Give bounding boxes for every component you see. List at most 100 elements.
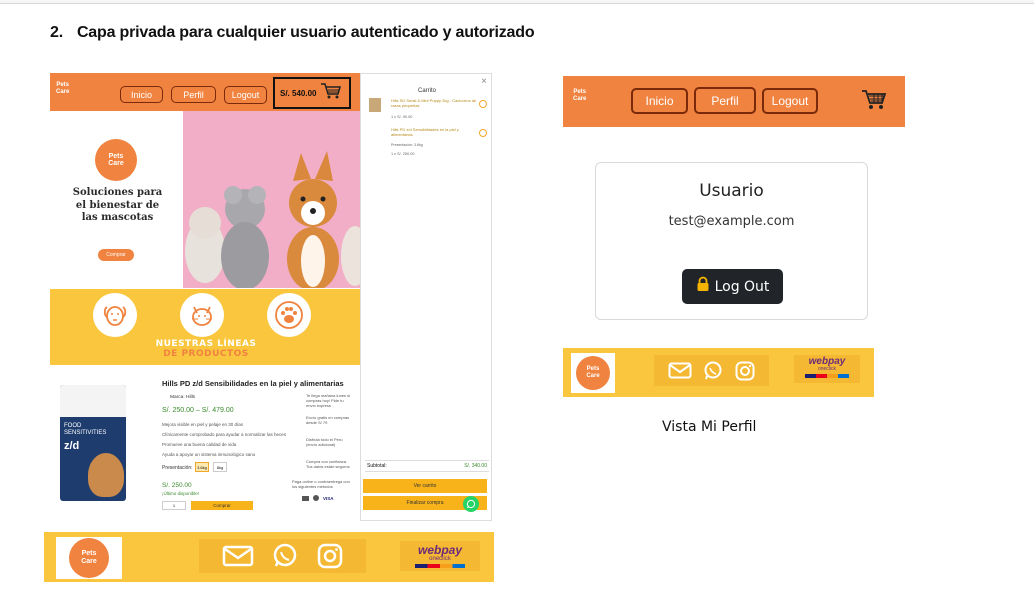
nav-inicio-button[interactable]: Inicio <box>631 88 688 114</box>
cart-close-icon[interactable]: × <box>481 76 487 87</box>
product-bullets: Mejora visible en piel y pelaje en 30 dí… <box>162 422 287 457</box>
mail-icon[interactable] <box>668 362 692 379</box>
logout-button-label: Log Out <box>714 278 770 295</box>
dog-line-icon[interactable] <box>93 293 137 337</box>
feature-list: Te llega mañana lunes si compras hoy! Pi… <box>290 393 354 479</box>
document-top-border <box>0 0 1034 4</box>
cat-line-icon[interactable] <box>180 293 224 337</box>
product-bullet: Clínicamente comprobado para ayudar a no… <box>162 432 287 437</box>
visa-label: VISA <box>323 495 334 501</box>
quantity-value: 1 <box>172 503 176 508</box>
product-detail: FOOD SENSITIVITIES z/d Hills PD z/d Sens… <box>50 365 360 523</box>
logout-button[interactable]: Log Out <box>682 269 783 304</box>
payment-card-icon <box>302 495 309 501</box>
hero-logo: Pets Care <box>95 139 137 181</box>
card-brands-strip <box>805 374 849 378</box>
cart-sidebar: × Carrito Hills SD Small & Mini Puppy 2k… <box>360 73 492 521</box>
feature-item: Compra con confianza. Tus datos están se… <box>306 459 350 469</box>
cart-item-name: Hills SD Small & Mini Puppy 2kg - Cachor… <box>391 98 477 108</box>
webpay-word: webpay <box>417 543 462 557</box>
nav-logout-button[interactable]: Logout <box>224 86 267 104</box>
size-option-1[interactable]: 3.6kg <box>195 462 209 472</box>
view-cart-button[interactable]: Ver carrito <box>363 479 487 493</box>
paw-line-icon[interactable] <box>267 293 311 337</box>
nav-perfil-button[interactable]: Perfil <box>171 86 216 103</box>
bag-line1: FOOD <box>64 423 82 429</box>
left-navbar: Pets Care Inicio Perfil Logout S/. 540.0… <box>50 73 360 111</box>
lock-icon <box>696 276 710 297</box>
bag-line2: SENSITIVITIES <box>64 429 107 436</box>
card-brands-strip <box>415 564 465 568</box>
cart-icon <box>320 82 342 105</box>
product-buy-button[interactable]: Comprar <box>191 501 253 510</box>
hero-pets-photo <box>183 111 360 288</box>
cart-item-1: Hills SD Small & Mini Puppy 2kg - Cachor… <box>369 98 489 124</box>
figure-caption: Vista Mi Perfil <box>662 419 757 435</box>
navbar-logo[interactable]: Pets Care <box>573 89 586 103</box>
section-heading: 2. Capa privada para cualquier usuario au… <box>50 24 535 42</box>
presentation-label: Presentación: <box>162 465 193 471</box>
product-stock: ¡Último disponible! <box>162 491 200 496</box>
mail-icon[interactable] <box>222 545 254 567</box>
cart-total-amount: S/. 540.00 <box>280 88 317 98</box>
right-navbar: Pets Care Inicio Perfil Logout <box>563 76 905 127</box>
contact-icons <box>654 355 769 386</box>
footer-logo: Pets Care <box>571 353 615 393</box>
webpay-sub: oneclick <box>429 556 451 562</box>
hero-tagline: Soluciones para el bienestar de las masc… <box>72 187 163 223</box>
cart-item-thumb <box>369 98 381 112</box>
section-number: 2. <box>50 24 63 41</box>
size-option-2[interactable]: 8kg <box>213 462 227 472</box>
cart-total-box[interactable]: S/. 540.00 <box>273 77 351 109</box>
product-bag-image: FOOD SENSITIVITIES z/d <box>60 385 126 501</box>
cart-item-name: Hills PD z/d Sensibilidades en la piel y… <box>391 127 459 137</box>
cart-item-2: Hills PD z/d Sensibilidades en la piel y… <box>369 127 489 163</box>
product-title: Hills PD z/d Sensibilidades en la piel y… <box>162 379 344 388</box>
profile-card: Usuario test@example.com Log Out <box>595 162 868 320</box>
cart-item-price: 1 x S/. 90.00 <box>391 115 413 119</box>
quantity-stepper[interactable]: 1 <box>162 501 186 510</box>
nav-perfil-button[interactable]: Perfil <box>694 87 756 114</box>
whatsapp-icon[interactable] <box>272 543 298 569</box>
footer-logo: Pets Care <box>56 537 122 579</box>
nav-inicio-button[interactable]: Inicio <box>120 86 163 103</box>
subtotal-value: S/. 340.00 <box>464 463 487 469</box>
webpay-badge: webpay oneclick <box>794 355 860 383</box>
remove-item-icon[interactable] <box>479 129 487 137</box>
product-lines-title: NUESTRAS LÍNEAS DE PRODUCTOS <box>155 339 257 360</box>
cart-icon[interactable] <box>861 89 887 116</box>
nav-logout-button[interactable]: Logout <box>762 88 818 114</box>
hero-section: Pets Care Soluciones para el bienestar de… <box>50 111 360 289</box>
payment-methods: VISA <box>302 495 334 501</box>
product-lines-banner: NUESTRAS LÍNEAS DE PRODUCTOS <box>50 289 362 365</box>
product-bullet: Mejora visible en piel y pelaje en 30 dí… <box>162 422 244 427</box>
bag-code: z/d <box>64 440 80 453</box>
navbar-logo[interactable]: Pets Care <box>56 82 69 95</box>
left-footer: Pets Care webpay oneclick <box>44 532 494 582</box>
cart-item-price: 1 x S/. 250.00 <box>391 152 415 156</box>
hero-buy-button[interactable]: Comprar <box>98 249 134 261</box>
section-title: Capa privada para cualquier usuario aute… <box>76 24 535 41</box>
subtotal-label: Subtotal: <box>367 463 387 469</box>
webpay-badge: webpay oneclick <box>400 541 480 571</box>
product-bullet: Ayuda a apoyar un sistema inmunológico s… <box>162 452 256 457</box>
feature-item: Te llega mañana lunes si compras hoy! Pi… <box>306 393 351 408</box>
product-price: S/. 250.00 <box>162 482 192 489</box>
instagram-icon[interactable] <box>735 361 755 381</box>
whatsapp-float-icon[interactable] <box>463 496 479 512</box>
cart-item-detail: Presentación: 3.6kg <box>391 143 423 147</box>
left-mockup: Pets Care Inicio Perfil Logout S/. 540.0… <box>50 73 492 523</box>
product-bullet: Promueve una buena calidad de vida <box>162 442 237 447</box>
profile-email: test@example.com <box>668 214 795 229</box>
remove-item-icon[interactable] <box>479 100 487 108</box>
contact-icons <box>199 539 366 573</box>
payment-wallet-icon <box>313 495 319 501</box>
feature-item: Disfruta todo el Perú (envío adicional) <box>306 437 343 447</box>
instagram-icon[interactable] <box>317 543 343 569</box>
product-price-range: S/. 250.00 – S/. 479.00 <box>162 407 234 414</box>
right-footer: Pets Care webpay oneclick <box>563 348 874 397</box>
webpay-sub: oneclick <box>817 366 837 372</box>
whatsapp-icon[interactable] <box>703 361 723 381</box>
cart-subtotal: Subtotal: S/. 340.00 <box>365 460 489 472</box>
payment-note: Paga online o contraentrega con los sigu… <box>292 479 350 489</box>
